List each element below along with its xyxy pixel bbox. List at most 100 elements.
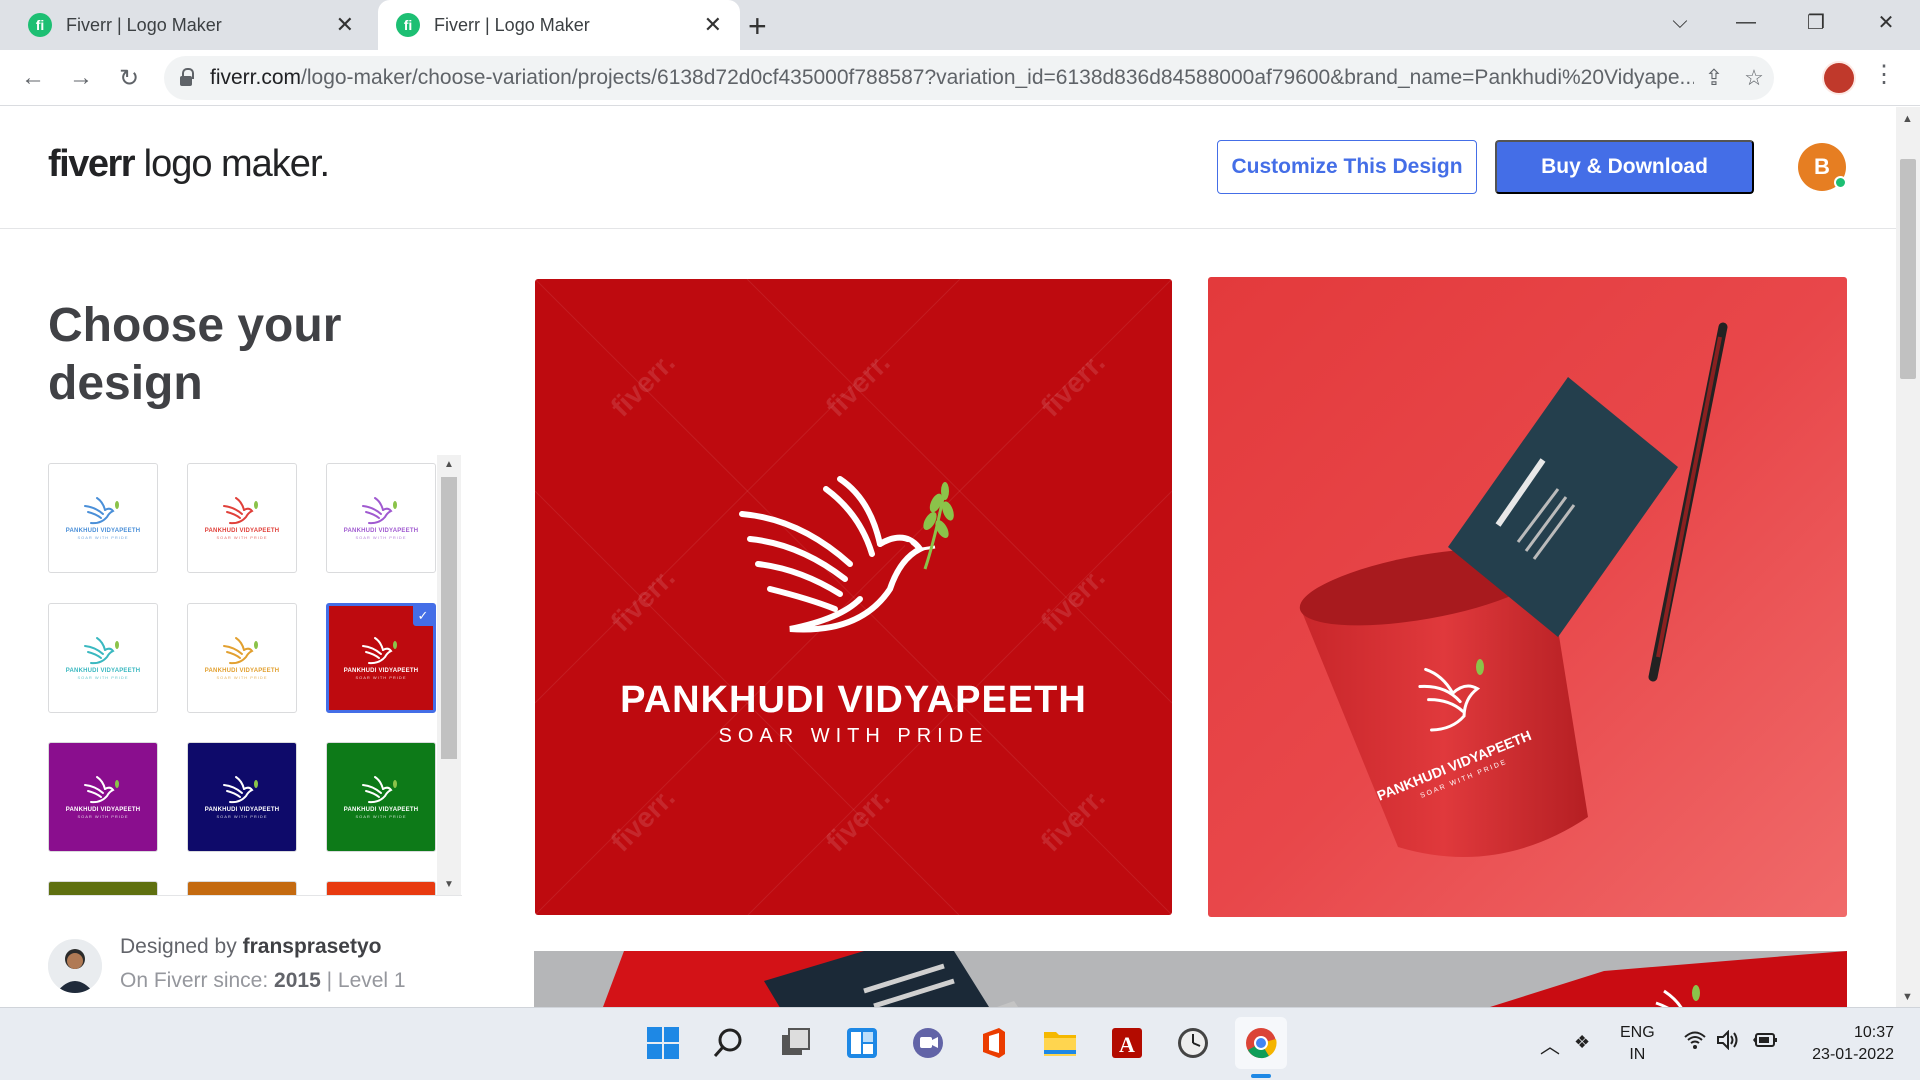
clock-app-icon[interactable] <box>1172 1022 1214 1064</box>
thumbnail-slogan: SOAR WITH PRIDE <box>355 814 407 819</box>
designer-name-link[interactable]: fransprasetyo <box>243 935 382 958</box>
tab-search-chevron-icon[interactable]: ⌵ <box>1650 0 1710 44</box>
divider <box>48 895 462 896</box>
design-variation-thumbnail[interactable]: PANKHUDI VIDYAPEETHSOAR WITH PRIDE <box>187 603 297 713</box>
lock-icon[interactable] <box>180 68 194 86</box>
design-variation-thumbnail[interactable]: PANKHUDI VIDYAPEETHSOAR WITH PRIDE <box>48 742 158 852</box>
design-variation-thumbnail[interactable]: PANKHUDI VIDYAPEETHSOAR WITH PRIDE <box>326 463 436 573</box>
dove-icon <box>223 497 258 525</box>
fiverr-favicon-icon: fi <box>28 13 52 37</box>
close-tab-icon[interactable]: ✕ <box>704 12 722 38</box>
scrollbar-thumb[interactable] <box>441 477 457 759</box>
chrome-icon[interactable] <box>1235 1017 1287 1069</box>
selected-check-icon: ✓ <box>413 606 433 626</box>
cup-card-pen-mockup-image: PANKHUDI VIDYAPEETH SOAR WITH PRIDE <box>1299 322 1728 857</box>
search-icon[interactable] <box>708 1022 750 1064</box>
thumbnail-slogan: SOAR WITH PRIDE <box>77 814 129 819</box>
dove-icon <box>362 637 397 665</box>
tab-title: Fiverr | Logo Maker <box>66 14 222 35</box>
windows-taskbar: A ︿ ❖ ENG IN 10:37 23-01-2022 <box>0 1007 1920 1080</box>
design-variation-thumbnail[interactable]: PANKHUDI VIDYAPEETHSOAR WITH PRIDE <box>187 463 297 573</box>
url-input[interactable]: fiverr.com/logo-maker/choose-variation/p… <box>164 56 1774 100</box>
thumbnail-brand-name: PANKHUDI VIDYAPEETH <box>204 668 280 674</box>
page-scrollbar[interactable]: ▲ ▼ <box>1896 107 1920 1007</box>
acrobat-reader-icon[interactable]: A <box>1106 1022 1148 1064</box>
task-view-icon[interactable] <box>775 1022 817 1064</box>
fiverr-favicon-icon: fi <box>396 13 420 37</box>
design-variation-thumbnail[interactable]: PANKHUDI VIDYAPEETHSOAR WITH PRIDE <box>48 881 158 895</box>
url-text[interactable]: fiverr.com/logo-maker/choose-variation/p… <box>210 66 1694 90</box>
thumbnail-brand-name: PANKHUDI VIDYAPEETH <box>65 668 141 674</box>
dove-icon <box>223 776 258 804</box>
active-app-indicator <box>1251 1074 1271 1078</box>
dove-icon <box>84 497 119 525</box>
dove-icon <box>739 476 954 633</box>
show-hidden-icons-chevron-icon[interactable]: ︿ <box>1540 1030 1560 1059</box>
fiverr-logo-maker-logo[interactable]: fiverr logo maker. <box>48 143 330 186</box>
thumbnail-slogan: SOAR WITH PRIDE <box>77 535 129 540</box>
restore-icon[interactable]: ❐ <box>1786 0 1846 44</box>
site-header: fiverr logo maker. Customize This Design… <box>0 107 1896 229</box>
variation-grid-scrollbar[interactable]: ▲ ▼ <box>437 455 461 895</box>
system-clock[interactable]: 10:37 23-01-2022 <box>1790 1022 1894 1066</box>
reload-icon[interactable]: ↻ <box>112 61 146 95</box>
input-language-indicator[interactable]: ENG IN <box>1620 1022 1655 1066</box>
scroll-down-icon[interactable]: ▼ <box>444 879 454 890</box>
designer-avatar[interactable] <box>48 939 102 993</box>
design-variation-thumbnail[interactable]: PANKHUDI VIDYAPEETHSOAR WITH PRIDE <box>326 881 436 895</box>
thumbnail-brand-name: PANKHUDI VIDYAPEETH <box>343 668 419 674</box>
thumbnail-slogan: SOAR WITH PRIDE <box>77 675 129 680</box>
dove-icon <box>362 497 397 525</box>
file-explorer-icon[interactable] <box>1039 1022 1081 1064</box>
browser-profile-avatar[interactable] <box>1822 61 1856 95</box>
office-icon[interactable] <box>973 1022 1015 1064</box>
address-bar-row: ← → ↻ fiverr.com/logo-maker/choose-varia… <box>0 50 1920 106</box>
teams-chat-icon[interactable] <box>907 1022 949 1064</box>
close-tab-icon[interactable]: ✕ <box>336 12 354 38</box>
scroll-up-icon[interactable]: ▲ <box>444 459 454 470</box>
dropbox-icon[interactable]: ❖ <box>1574 1032 1590 1053</box>
tab-title: Fiverr | Logo Maker <box>434 14 590 35</box>
battery-icon[interactable] <box>1752 1030 1778 1055</box>
user-avatar[interactable]: B <box>1798 143 1847 191</box>
scrollbar-thumb[interactable] <box>1900 159 1916 379</box>
buy-download-button[interactable]: Buy & Download <box>1495 140 1754 194</box>
preview-brand-name: PANKHUDI VIDYAPEETH <box>620 679 1087 721</box>
thumbnail-slogan: SOAR WITH PRIDE <box>355 535 407 540</box>
share-icon[interactable]: ⇪ <box>1694 65 1734 91</box>
svg-text:A: A <box>1119 1032 1135 1057</box>
tab-strip: fi Fiverr | Logo Maker ✕ fi Fiverr | Log… <box>0 0 1920 50</box>
design-variation-thumbnail[interactable]: PANKHUDI VIDYAPEETHSOAR WITH PRIDE <box>326 742 436 852</box>
design-variation-thumbnail[interactable]: PANKHUDI VIDYAPEETHSOAR WITH PRIDE <box>187 742 297 852</box>
scroll-up-icon[interactable]: ▲ <box>1902 113 1913 125</box>
wifi-icon[interactable] <box>1683 1030 1707 1056</box>
design-variation-thumbnail[interactable]: PANKHUDI VIDYAPEETH SOAR WITH PRIDE ✓ <box>326 603 436 713</box>
scroll-down-icon[interactable]: ▼ <box>1902 991 1913 1003</box>
minimize-icon[interactable]: — <box>1716 0 1776 44</box>
browser-menu-icon[interactable]: ⋮ <box>1872 60 1896 89</box>
volume-icon[interactable] <box>1716 1029 1740 1055</box>
design-variation-thumbnail[interactable]: PANKHUDI VIDYAPEETHSOAR WITH PRIDE <box>187 881 297 895</box>
page-content: fiverr logo maker. Customize This Design… <box>0 107 1896 1007</box>
page-title: Choose your design <box>48 299 342 410</box>
bookmark-star-icon[interactable]: ☆ <box>1734 65 1774 91</box>
browser-tab[interactable]: fi Fiverr | Logo Maker ✕ <box>10 0 372 50</box>
online-status-dot <box>1834 176 1847 189</box>
design-variation-thumbnail[interactable]: PANKHUDI VIDYAPEETHSOAR WITH PRIDE <box>48 463 158 573</box>
thumbnail-slogan: SOAR WITH PRIDE <box>216 675 268 680</box>
windows-start-icon[interactable] <box>642 1022 684 1064</box>
thumbnail-brand-name: PANKHUDI VIDYAPEETH <box>343 528 419 534</box>
widgets-icon[interactable] <box>841 1022 883 1064</box>
forward-icon[interactable]: → <box>64 61 98 95</box>
preview-slogan: SOAR WITH PRIDE <box>718 725 989 747</box>
back-icon[interactable]: ← <box>16 61 50 95</box>
design-variation-thumbnail[interactable]: PANKHUDI VIDYAPEETHSOAR WITH PRIDE <box>48 603 158 713</box>
close-window-icon[interactable]: ✕ <box>1856 0 1916 44</box>
thumbnail-slogan: SOAR WITH PRIDE <box>216 535 268 540</box>
browser-tab-active[interactable]: fi Fiverr | Logo Maker ✕ <box>378 0 740 50</box>
new-tab-button[interactable]: + <box>748 8 767 45</box>
thumbnail-slogan: SOAR WITH PRIDE <box>216 814 268 819</box>
logo-preview: fiverr. fiverr. fiverr. fiverr. fiverr. … <box>535 279 1172 915</box>
customize-design-button[interactable]: Customize This Design <box>1217 140 1477 194</box>
dove-icon <box>84 776 119 804</box>
